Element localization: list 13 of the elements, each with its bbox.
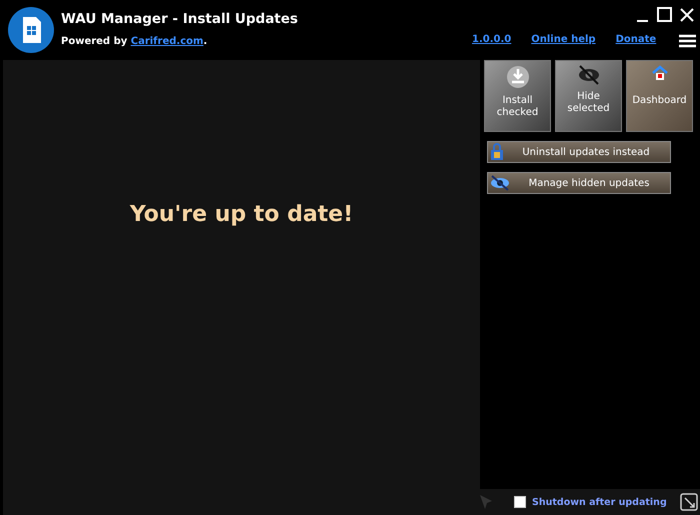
header-link[interactable]: Online help	[531, 34, 596, 44]
option-button[interactable]: Uninstall updates instead	[487, 141, 671, 163]
shutdown-label: Shutdown after updating	[532, 496, 667, 508]
header-link[interactable]: Donate	[616, 34, 656, 44]
website-link[interactable]: Carifred.com	[130, 36, 204, 47]
action-button[interactable]: Install checked	[484, 60, 551, 132]
header-link[interactable]: 1.0.0.0	[472, 34, 512, 44]
dashboard-button[interactable]: Dashboard	[626, 60, 693, 132]
powered-by-text: Powered by Carifred.com.	[61, 36, 208, 47]
option-button[interactable]: Manage hidden updates	[487, 172, 671, 194]
status-message: You're up to date!	[130, 202, 354, 229]
window-title: WAU Manager - Install Updates	[61, 11, 299, 27]
action-button[interactable]: Hide selected	[555, 60, 622, 132]
